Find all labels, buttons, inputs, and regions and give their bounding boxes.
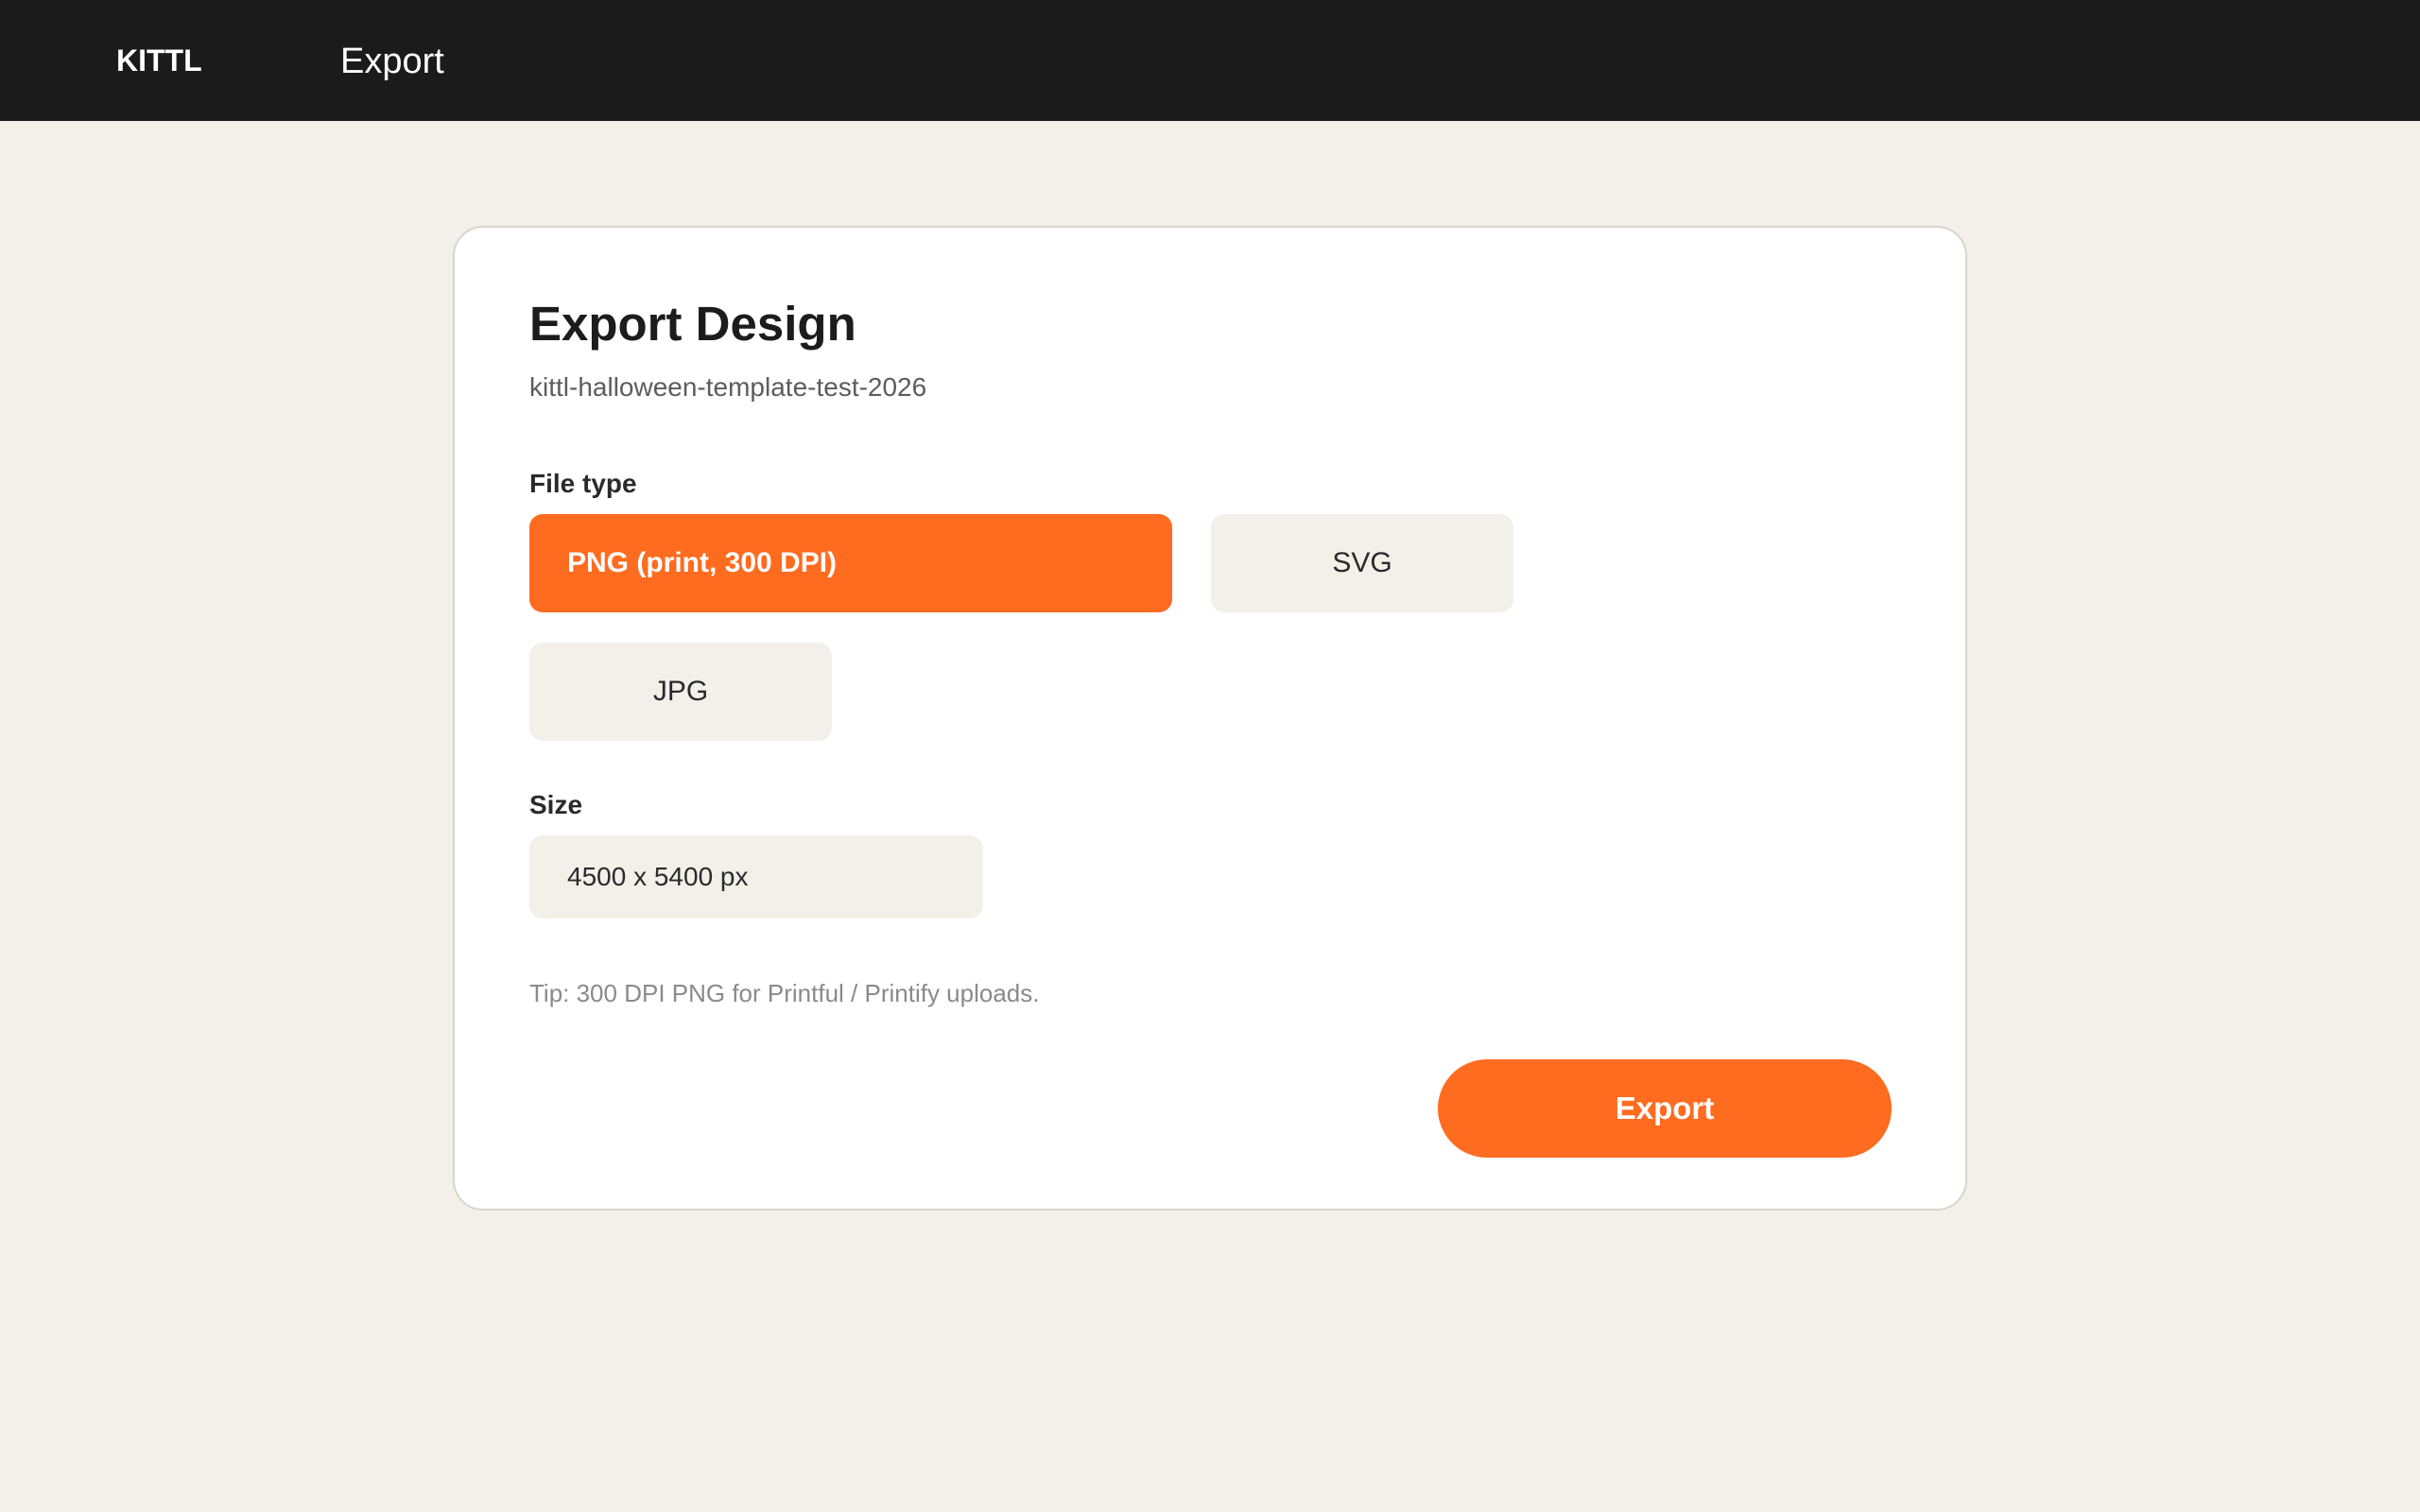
- export-button[interactable]: Export: [1438, 1059, 1892, 1158]
- tip-text: Tip: 300 DPI PNG for Printful / Printify…: [529, 979, 1040, 1007]
- page-title: Export: [340, 42, 444, 81]
- file-type-option-jpg[interactable]: JPG: [529, 643, 832, 741]
- top-bar: KITTL Export: [0, 0, 2420, 121]
- size-field[interactable]: 4500 x 5400 px: [529, 835, 983, 919]
- file-type-label: File type: [529, 469, 637, 498]
- size-label: Size: [529, 790, 583, 819]
- export-dialog: Export Design kittl-halloween-template-t…: [453, 226, 1967, 1211]
- design-filename: kittl-halloween-template-test-2026: [529, 372, 927, 402]
- dialog-title: Export Design: [529, 297, 856, 351]
- file-type-option-svg[interactable]: SVG: [1211, 514, 1513, 612]
- file-type-option-png[interactable]: PNG (print, 300 DPI): [529, 514, 1172, 612]
- brand-logo[interactable]: KITTL: [116, 42, 202, 79]
